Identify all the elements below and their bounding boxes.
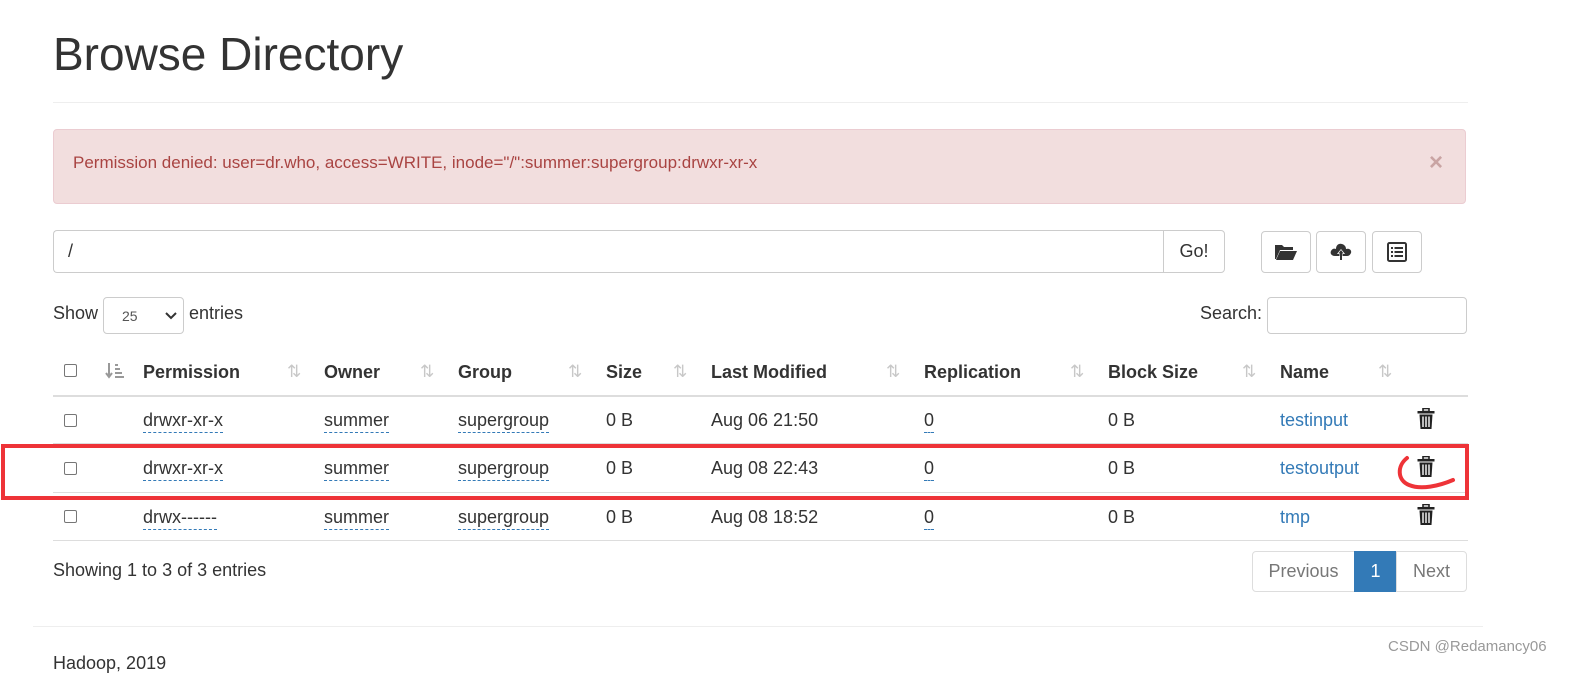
sort-icon[interactable]: ⇅ xyxy=(1242,362,1256,382)
select-all-checkbox[interactable] xyxy=(64,364,77,377)
go-button[interactable]: Go! xyxy=(1163,230,1225,273)
entries-select-value: 25 xyxy=(122,308,138,324)
column-header-size[interactable]: Size xyxy=(606,362,642,383)
trash-icon[interactable] xyxy=(1417,504,1435,526)
title-divider xyxy=(53,102,1468,103)
page-1-button[interactable]: 1 xyxy=(1354,551,1397,592)
row-checkbox[interactable] xyxy=(64,414,77,427)
sort-icon[interactable]: ⇅ xyxy=(673,362,687,382)
sort-icon[interactable]: ⇅ xyxy=(1070,362,1084,382)
group-cell[interactable]: supergroup xyxy=(458,505,550,530)
last-modified-cell: Aug 08 18:52 xyxy=(711,507,819,527)
owner-cell[interactable]: summer xyxy=(324,408,390,433)
alert-message: Permission denied: user=dr.who, access=W… xyxy=(73,153,758,172)
size-cell: 0 B xyxy=(606,507,634,527)
column-header-permission[interactable]: Permission xyxy=(143,362,240,383)
column-header-owner[interactable]: Owner xyxy=(324,362,380,383)
size-cell: 0 B xyxy=(606,410,634,430)
sort-icon[interactable]: ⇅ xyxy=(1378,362,1392,382)
next-button[interactable]: Next xyxy=(1396,551,1467,592)
sort-amount-asc-icon[interactable] xyxy=(105,362,125,380)
path-bar: Go! xyxy=(53,230,1225,273)
column-header-block-size[interactable]: Block Size xyxy=(1108,362,1198,383)
entries-select[interactable]: 25 xyxy=(103,297,184,334)
create-directory-button[interactable] xyxy=(1261,231,1311,273)
sort-icon[interactable]: ⇅ xyxy=(420,362,434,382)
annotation-scribble xyxy=(1397,456,1455,490)
sort-icon[interactable]: ⇅ xyxy=(886,362,900,382)
group-cell[interactable]: supergroup xyxy=(458,408,550,433)
column-header-last-modified[interactable]: Last Modified xyxy=(711,362,827,383)
sort-icon[interactable]: ⇅ xyxy=(568,362,582,382)
pagination-summary: Showing 1 to 3 of 3 entries xyxy=(53,560,267,580)
entries-label: entries xyxy=(189,303,244,323)
list-alt-icon xyxy=(1387,242,1407,262)
trash-icon[interactable] xyxy=(1417,408,1435,430)
permission-cell[interactable]: drwxr-xr-x xyxy=(143,408,223,433)
block-size-cell: 0 B xyxy=(1108,410,1136,430)
name-link[interactable]: testinput xyxy=(1280,408,1348,432)
watermark: CSDN @Redamancy06 xyxy=(1388,638,1547,655)
row-checkbox[interactable] xyxy=(64,510,77,523)
column-header-replication[interactable]: Replication xyxy=(924,362,1021,383)
permission-alert: Permission denied: user=dr.who, access=W… xyxy=(53,129,1466,204)
search-input[interactable] xyxy=(1267,297,1467,334)
folder-open-icon xyxy=(1275,245,1297,260)
chevron-down-icon xyxy=(165,312,177,320)
owner-cell[interactable]: summer xyxy=(324,505,390,530)
footer-divider xyxy=(33,626,1483,627)
name-link[interactable]: tmp xyxy=(1280,505,1310,529)
column-header-group[interactable]: Group xyxy=(458,362,512,383)
table-header-divider xyxy=(53,395,1468,397)
previous-button[interactable]: Previous xyxy=(1252,551,1355,592)
block-size-cell: 0 B xyxy=(1108,507,1136,527)
page-title: Browse Directory xyxy=(53,28,404,80)
replication-cell[interactable]: 0 xyxy=(924,505,935,530)
permission-cell[interactable]: drwx------ xyxy=(143,505,217,530)
upload-button[interactable] xyxy=(1316,231,1366,273)
close-icon[interactable]: × xyxy=(1429,150,1443,176)
sort-icon[interactable]: ⇅ xyxy=(287,362,301,382)
path-input[interactable] xyxy=(53,230,1164,273)
cloud-upload-icon xyxy=(1330,243,1352,261)
last-modified-cell: Aug 06 21:50 xyxy=(711,410,819,430)
replication-cell[interactable]: 0 xyxy=(924,408,935,433)
row-divider xyxy=(53,540,1468,541)
highlight-annotation xyxy=(1,444,1469,500)
show-label: Show xyxy=(53,303,99,323)
column-header-name[interactable]: Name xyxy=(1280,362,1329,383)
search-label: Search: xyxy=(1200,303,1263,323)
list-view-button[interactable] xyxy=(1372,231,1422,273)
